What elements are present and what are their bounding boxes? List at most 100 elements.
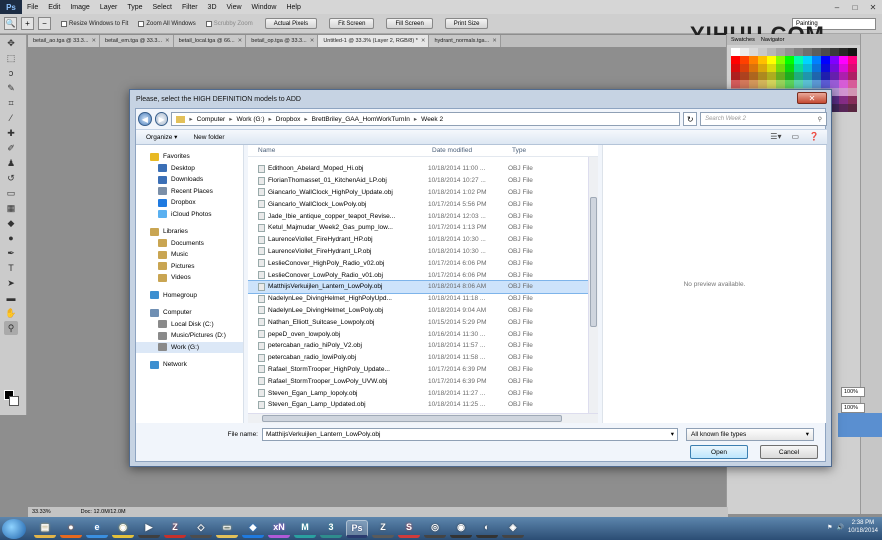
color-swatch[interactable] xyxy=(740,72,749,80)
color-swatch[interactable] xyxy=(776,72,785,80)
nav-item-downloads[interactable]: Downloads xyxy=(136,174,243,186)
cancel-button[interactable]: Cancel xyxy=(760,445,818,459)
zoom-tool-icon[interactable]: ⚲ xyxy=(4,321,18,335)
organize-button[interactable]: Organize ▾ xyxy=(146,133,177,141)
eraser-tool-icon[interactable]: ▭ xyxy=(4,186,18,200)
filezilla-icon[interactable]: Z xyxy=(164,520,186,538)
color-swatch[interactable] xyxy=(794,64,803,72)
selected-layer-row[interactable] xyxy=(838,413,882,437)
document-tab[interactable]: Untitled-1 @ 33.3% (Layer 2, RGB/8) * ✕ xyxy=(318,35,430,47)
history-brush-icon[interactable]: ↺ xyxy=(4,171,18,185)
color-swatch[interactable] xyxy=(749,64,758,72)
color-swatch[interactable] xyxy=(758,72,767,80)
close-button[interactable]: ✕ xyxy=(864,0,882,14)
color-swatch[interactable] xyxy=(785,56,794,64)
resize-windows-checkbox[interactable]: Resize Windows to Fit xyxy=(61,20,128,27)
color-swatch[interactable] xyxy=(731,72,740,80)
color-swatch[interactable] xyxy=(749,56,758,64)
tab-navigator[interactable]: Navigator xyxy=(761,37,785,43)
marquee-tool-icon[interactable]: ⬚ xyxy=(4,51,18,65)
breadcrumb-item[interactable]: Computer xyxy=(197,116,226,123)
color-swatch[interactable] xyxy=(839,104,848,112)
color-swatch[interactable] xyxy=(848,96,857,104)
color-swatch[interactable] xyxy=(830,72,839,80)
document-tab[interactable]: betail_ao.tga @ 33.3... ✕ xyxy=(28,35,101,47)
fit-screen-button[interactable]: Fit Screen xyxy=(329,18,375,29)
color-swatch[interactable] xyxy=(785,64,794,72)
color-swatch[interactable] xyxy=(731,56,740,64)
color-swatch[interactable] xyxy=(758,64,767,72)
blur-tool-icon[interactable]: ◆ xyxy=(4,216,18,230)
color-swatch[interactable] xyxy=(740,48,749,56)
volume-icon[interactable]: 🔊 xyxy=(836,524,843,531)
color-swatch[interactable] xyxy=(758,56,767,64)
scrubby-zoom-checkbox[interactable]: Scrubby Zoom xyxy=(205,20,253,27)
column-name[interactable]: Name xyxy=(248,147,428,154)
color-swatch[interactable] xyxy=(830,56,839,64)
color-swatch[interactable] xyxy=(758,80,767,88)
color-swatch[interactable] xyxy=(758,48,767,56)
view-menu-icon[interactable]: ☰▾ xyxy=(770,132,781,141)
color-swatch[interactable] xyxy=(839,96,848,104)
search-input[interactable]: Search Week 2 ⚲ xyxy=(700,112,828,126)
color-swatch[interactable] xyxy=(749,80,758,88)
color-swatch[interactable] xyxy=(776,64,785,72)
breadcrumb-item[interactable]: Work (G:) xyxy=(236,116,264,123)
zoom-level[interactable]: 33.33% xyxy=(32,509,51,515)
menu-item-file[interactable]: File xyxy=(22,4,43,11)
ie-icon[interactable]: e xyxy=(86,520,108,538)
color-swatch[interactable] xyxy=(839,56,848,64)
color-swatch[interactable] xyxy=(794,48,803,56)
document-tab[interactable]: hydrant_normals.tga... ✕ xyxy=(429,35,501,47)
stamp-tool-icon[interactable]: ♟ xyxy=(4,156,18,170)
shape-tool-icon[interactable]: ▬ xyxy=(4,291,18,305)
color-swatch[interactable] xyxy=(812,48,821,56)
color-swatch[interactable] xyxy=(803,48,812,56)
move-tool-icon[interactable]: ✥ xyxy=(4,36,18,50)
table-row[interactable]: petercaban_radio_lowiPoly.obj 10/18/2014 … xyxy=(248,352,598,364)
color-swatch[interactable] xyxy=(794,56,803,64)
color-swatch[interactable] xyxy=(740,56,749,64)
folder-icon[interactable]: ▭ xyxy=(216,520,238,538)
color-swatch[interactable] xyxy=(848,64,857,72)
color-swatch[interactable] xyxy=(803,72,812,80)
table-row[interactable]: LeslieConover_HighPoly_Radio_v02.obj 10/1… xyxy=(248,257,598,269)
table-row[interactable]: Rafael_StormTrooper_HighPoly_Update... 10… xyxy=(248,364,598,376)
lasso-tool-icon[interactable]: ↄ xyxy=(4,66,18,80)
color-swatch[interactable] xyxy=(731,80,740,88)
color-swatch[interactable] xyxy=(767,48,776,56)
opacity-field[interactable]: 100% xyxy=(841,387,865,397)
pen-tool-icon[interactable]: ✒ xyxy=(4,246,18,260)
table-row[interactable]: MatthijsVerkuijlen_Lantern_LowPoly.obj 10… xyxy=(248,279,598,294)
zbrush-icon[interactable]: Z xyxy=(372,520,394,538)
healing-tool-icon[interactable]: ✚ xyxy=(4,126,18,140)
nav-item-recent-places[interactable]: Recent Places xyxy=(136,186,243,198)
table-row[interactable]: LaurenceViollet_FireHydrant_LP.obj 10/18/… xyxy=(248,246,598,258)
breadcrumb-item[interactable]: Week 2 xyxy=(421,116,443,123)
menu-item-view[interactable]: View xyxy=(222,4,247,11)
color-swatch[interactable] xyxy=(821,72,830,80)
clock[interactable]: 2:38 PM 10/18/2014 xyxy=(848,519,878,535)
t2-icon[interactable]: ◉ xyxy=(450,520,472,538)
color-swatch[interactable] xyxy=(749,72,758,80)
color-swatch[interactable] xyxy=(803,56,812,64)
firefox-icon[interactable]: ● xyxy=(60,520,82,538)
app-icon[interactable]: Ps xyxy=(346,519,368,538)
explorer-icon[interactable]: ▤ xyxy=(34,520,56,538)
color-swatch[interactable] xyxy=(776,48,785,56)
path-select-tool-icon[interactable]: ➤ xyxy=(4,276,18,290)
color-swatch[interactable] xyxy=(848,104,857,112)
table-row[interactable]: Steven_Egan_Lamp_lopoly.obj 10/18/2014 11… xyxy=(248,387,598,399)
color-swatch[interactable] xyxy=(812,64,821,72)
open-button[interactable]: Open xyxy=(690,445,748,459)
color-swatch[interactable] xyxy=(839,64,848,72)
back-button[interactable]: ◀ xyxy=(138,112,152,126)
quick-select-tool-icon[interactable]: ✎ xyxy=(4,81,18,95)
color-swatch[interactable] xyxy=(731,64,740,72)
nav-item-music[interactable]: Music xyxy=(136,249,243,261)
document-tab[interactable]: betail_op.tga @ 33.3... ✕ xyxy=(246,35,319,47)
nav-item-music-pictures-d[interactable]: Music/Pictures (D:) xyxy=(136,330,243,342)
menu-item-help[interactable]: Help xyxy=(281,4,305,11)
color-swatch[interactable] xyxy=(821,56,830,64)
color-swatch[interactable] xyxy=(767,64,776,72)
